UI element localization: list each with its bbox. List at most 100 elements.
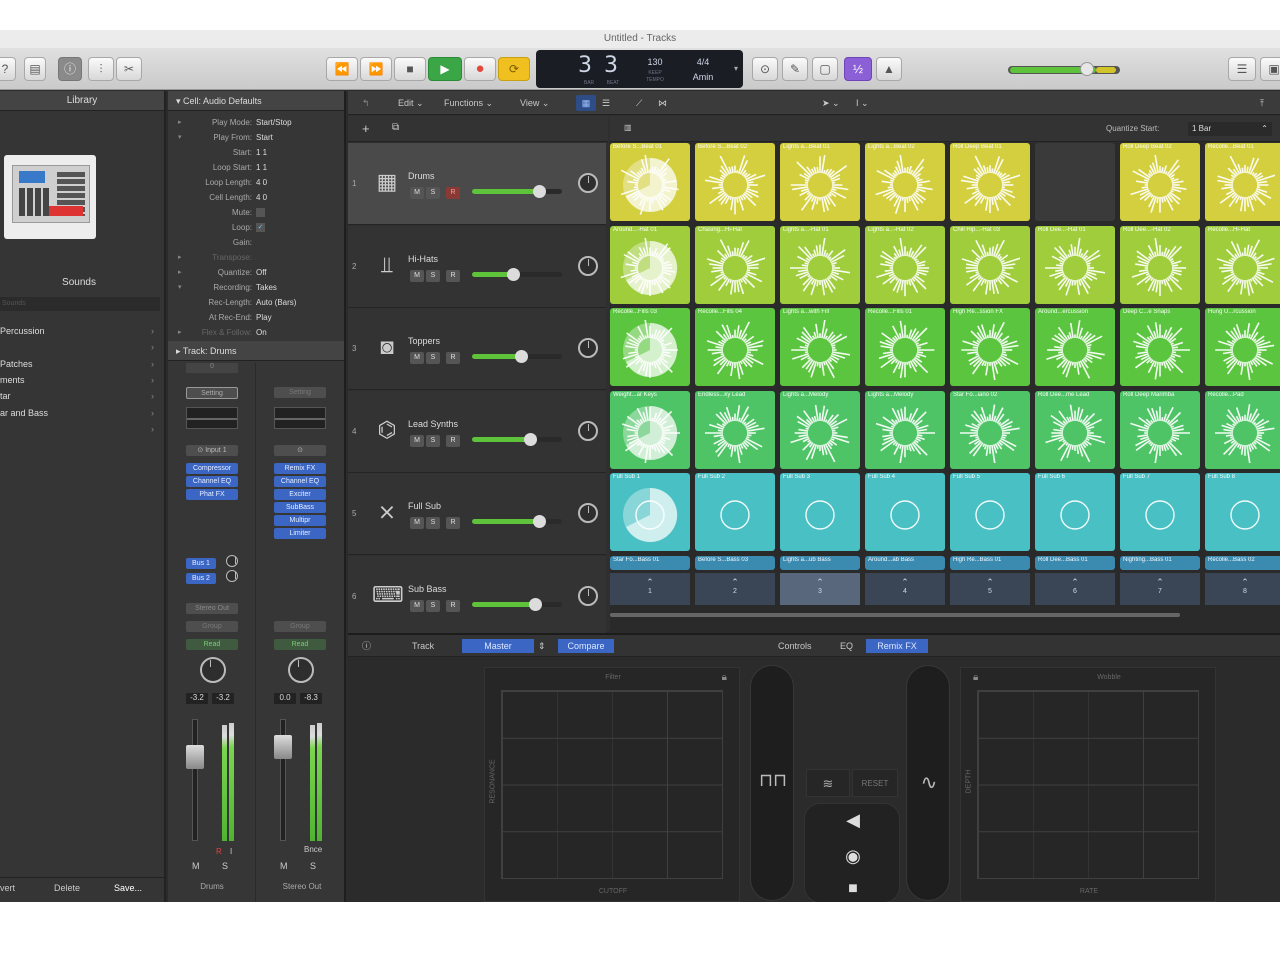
loop-cell[interactable]: High Re...ssion FX bbox=[950, 308, 1030, 386]
tab-controls[interactable]: Controls bbox=[778, 635, 812, 657]
inspector-row-value[interactable]: Start/Stop bbox=[256, 115, 292, 130]
tab-master[interactable]: Master bbox=[462, 639, 534, 653]
inspector-row-value[interactable] bbox=[256, 208, 265, 217]
record-enable-button[interactable]: R bbox=[446, 517, 460, 529]
disclosure-triangle-icon[interactable]: ▸ bbox=[178, 115, 182, 130]
pan-knob[interactable] bbox=[578, 503, 598, 523]
loop-cell[interactable]: Recolle...Fills 04 bbox=[695, 308, 775, 386]
track-volume-slider[interactable] bbox=[472, 185, 562, 198]
loop-cell[interactable]: Roll Deep Beat 02 bbox=[1120, 143, 1200, 221]
cycle-button[interactable]: ⟳ bbox=[498, 57, 530, 81]
track-name[interactable]: Sub Bass bbox=[408, 584, 447, 594]
loop-cell[interactable]: Before S...Bass 03 bbox=[695, 555, 775, 570]
track-name[interactable]: Hi-Hats bbox=[408, 254, 438, 264]
pan-knob[interactable] bbox=[578, 338, 598, 358]
loop-cell[interactable]: Full Sub 6 bbox=[1035, 473, 1115, 551]
loop-cell[interactable]: Endless...ky Lead bbox=[695, 390, 775, 469]
inspector-row[interactable]: ▾ Recording: Takes bbox=[168, 280, 346, 295]
mute-button[interactable]: M bbox=[410, 352, 424, 364]
play-button[interactable]: ▶ bbox=[428, 57, 462, 81]
scratch-icon[interactable]: ◉ bbox=[805, 846, 901, 867]
input-slot[interactable]: ⊙ Input 1 bbox=[186, 445, 238, 456]
grid-toggle-icon[interactable]: ▥ bbox=[624, 123, 632, 132]
mute-button[interactable]: M bbox=[410, 269, 424, 282]
disclosure-triangle-icon[interactable]: ▸ bbox=[178, 325, 182, 340]
library-toggle-icon[interactable]: ▤ bbox=[24, 57, 46, 81]
info-icon[interactable]: ⓘ bbox=[362, 635, 371, 657]
loop-cell[interactable]: Full Sub 8 bbox=[1205, 473, 1280, 551]
inspector-row-value[interactable]: On bbox=[256, 325, 267, 340]
functions-menu[interactable]: Functions ⌄ bbox=[444, 91, 493, 115]
scene-trigger[interactable]: ⌃ 2 bbox=[695, 573, 775, 605]
inspector-row[interactable]: Rec-Length: Auto (Bars) bbox=[168, 295, 346, 310]
loop-cell[interactable]: Weight...ar Keys bbox=[610, 390, 690, 469]
inspector-row-value[interactable]: Auto (Bars) bbox=[256, 295, 296, 310]
list-editors-icon[interactable]: ☰ bbox=[1228, 57, 1256, 81]
solo-button[interactable]: S bbox=[222, 861, 228, 871]
bounce-button[interactable]: Bnce bbox=[304, 845, 322, 854]
library-item[interactable]: › bbox=[0, 421, 158, 437]
solo-button[interactable]: S bbox=[426, 352, 440, 364]
pan-knob[interactable] bbox=[578, 420, 598, 441]
reset-button[interactable]: RESET bbox=[852, 769, 898, 797]
text-tool-icon[interactable]: I ⌄ bbox=[856, 91, 869, 115]
track-volume-slider[interactable] bbox=[472, 350, 562, 363]
loop-cell[interactable]: Full Sub 4 bbox=[865, 473, 945, 551]
inspector-toggle-icon[interactable]: ⓘ bbox=[58, 57, 82, 81]
filter-xy-pad[interactable]: Filter 🔒︎ CUTOFF RESONANCE bbox=[484, 667, 740, 902]
output-slot[interactable]: Stereo Out bbox=[186, 603, 238, 614]
inspector-row-value[interactable]: Takes bbox=[256, 280, 277, 295]
setting-button[interactable]: Setting bbox=[186, 387, 238, 399]
scene-trigger[interactable]: ⌃ 8 bbox=[1205, 573, 1280, 605]
pan-knob[interactable] bbox=[200, 657, 226, 683]
loop-cell[interactable]: Roll Dee...-Hat 01 bbox=[1035, 225, 1115, 304]
smart-tempo-icon[interactable]: ⊙ bbox=[752, 57, 778, 81]
plugin-slot[interactable]: SubBass bbox=[274, 502, 326, 513]
loop-cell[interactable]: Before S...Beat 02 bbox=[695, 143, 775, 221]
solo-button[interactable]: S bbox=[426, 187, 440, 199]
mute-button[interactable]: M bbox=[410, 187, 424, 199]
loop-cell[interactable]: Roll Dee...me Lead bbox=[1035, 390, 1115, 469]
track-volume-slider[interactable] bbox=[472, 597, 562, 611]
record-enable-button[interactable]: R bbox=[446, 187, 460, 199]
loop-cell[interactable]: Recolle...Fills 01 bbox=[865, 308, 945, 386]
scene-trigger[interactable]: ⌃ 4 bbox=[865, 573, 945, 605]
lcd-menu-chevron-icon[interactable]: ▾ bbox=[734, 64, 738, 73]
add-track-icon[interactable]: + bbox=[362, 121, 370, 136]
scene-trigger[interactable]: ⌃ 3 bbox=[780, 573, 860, 605]
library-item[interactable]: Percussion › bbox=[0, 323, 158, 339]
horizontal-scrollbar[interactable] bbox=[610, 613, 1180, 617]
loop-cell[interactable]: Full Sub 2 bbox=[695, 473, 775, 551]
loop-cell[interactable]: High Re...Bass 01 bbox=[950, 555, 1030, 570]
inspector-row[interactable]: Cell Length: 4 0 bbox=[168, 190, 346, 205]
loop-cell[interactable]: Lights a...-Hat 02 bbox=[865, 225, 945, 304]
loop-cell[interactable]: Full Sub 7 bbox=[1120, 473, 1200, 551]
inspector-row[interactable]: Loop Start: 1 1 bbox=[168, 160, 346, 175]
loop-cell[interactable]: Full Sub 5 bbox=[950, 473, 1030, 551]
inspector-row-value[interactable]: Off bbox=[256, 265, 267, 280]
track-header[interactable]: 1 ▦ Drums M S R bbox=[348, 143, 606, 225]
loop-cell[interactable]: Lights a...Beat 01 bbox=[780, 143, 860, 221]
inspector-row[interactable]: ▸ Play Mode: Start/Stop bbox=[168, 115, 346, 130]
compare-button[interactable]: Compare bbox=[558, 639, 614, 653]
back-icon[interactable]: ↰ bbox=[362, 91, 370, 115]
loop-cell[interactable]: Chill Hip...-Hat 03 bbox=[950, 225, 1030, 304]
plugin-slot[interactable]: Limiter bbox=[274, 528, 326, 539]
reverse-icon[interactable]: ◀ bbox=[805, 810, 901, 831]
inspector-row[interactable]: Loop Length: 4 0 bbox=[168, 175, 346, 190]
loop-cell[interactable]: Recolle...Pad bbox=[1205, 390, 1280, 469]
inspector-row[interactable]: Start: 1 1 bbox=[168, 145, 346, 160]
automation-icon[interactable]: ⟋ bbox=[636, 91, 642, 115]
fast-forward-button[interactable]: ⏩ bbox=[360, 57, 392, 81]
loop-cell[interactable]: Lights a...Melody bbox=[865, 390, 945, 469]
metronome-count-icon[interactable]: ½ bbox=[844, 57, 872, 81]
loop-cell[interactable]: Lights a...ub Bass bbox=[780, 555, 860, 570]
library-item[interactable]: ments › bbox=[0, 372, 158, 388]
record-button[interactable]: ● bbox=[464, 57, 496, 81]
pan-knob[interactable] bbox=[288, 657, 314, 683]
mute-button[interactable]: M bbox=[410, 599, 424, 612]
mute-button[interactable]: M bbox=[410, 434, 424, 447]
disclosure-triangle-icon[interactable]: ▾ bbox=[178, 280, 182, 295]
inspector-row[interactable]: ▸ Flex & Follow: On bbox=[168, 325, 346, 340]
editor-toggle-icon[interactable]: ✂ bbox=[116, 57, 142, 81]
